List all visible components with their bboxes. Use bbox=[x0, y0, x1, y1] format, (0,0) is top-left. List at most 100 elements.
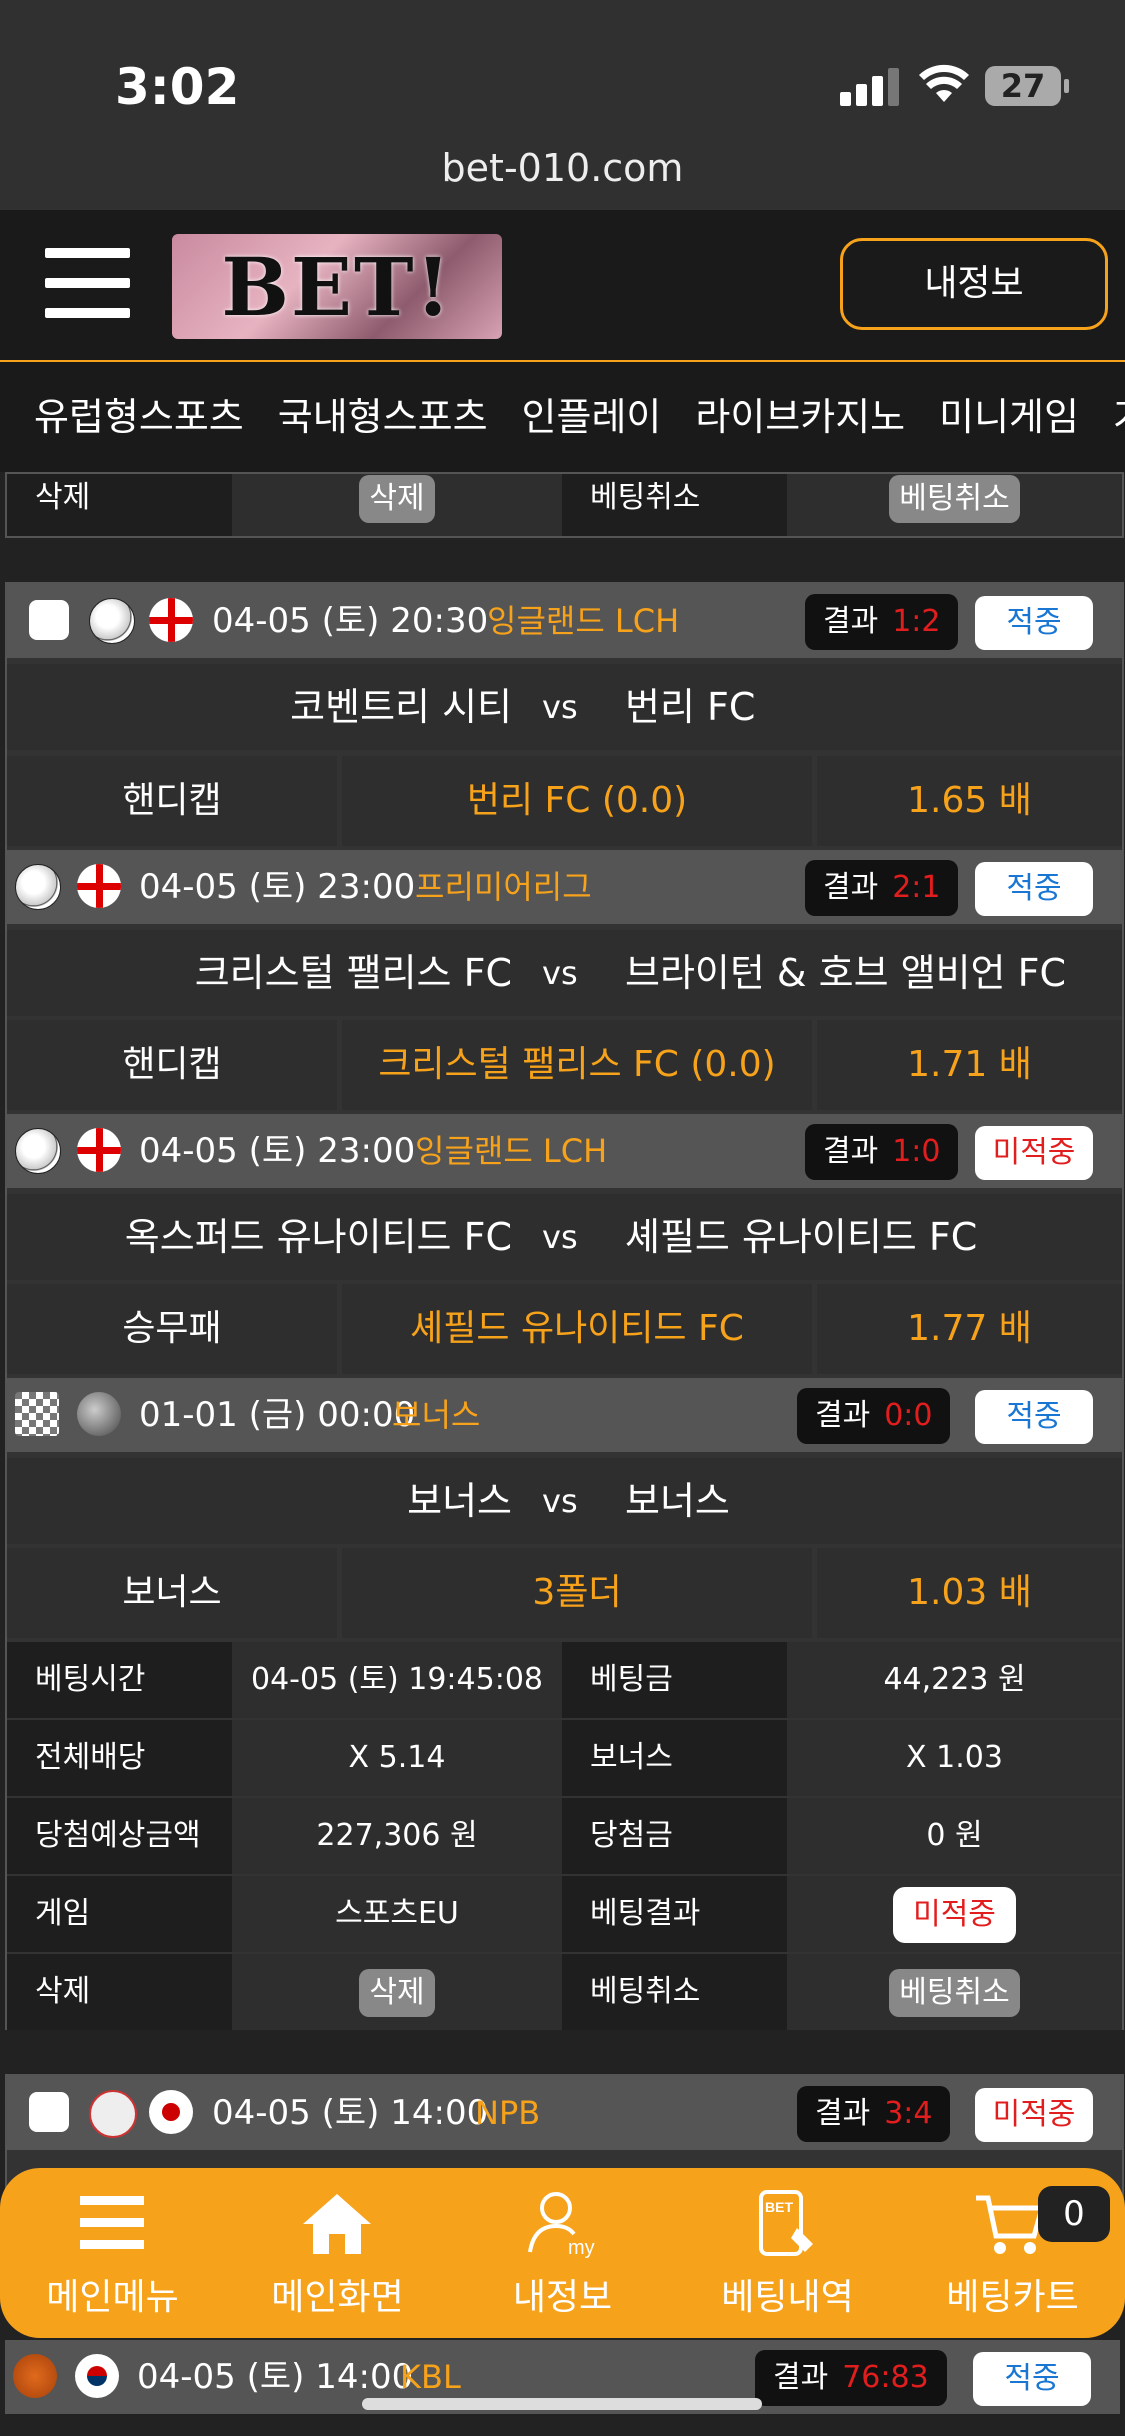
bet-pick-row: 보너스 3폴더 1.03 배 bbox=[7, 1548, 1122, 1638]
match-header: 04-05 (토) 23:00 프리미어리그 결과 2:1 적중 bbox=[7, 850, 1122, 924]
england-flag-icon bbox=[77, 1128, 121, 1172]
stake-amount: 44,223 원 bbox=[787, 1642, 1122, 1718]
odds: 1.71 배 bbox=[817, 1020, 1122, 1110]
basketball-icon bbox=[13, 2354, 57, 2398]
delete-button[interactable]: 삭제 bbox=[359, 474, 435, 523]
win-amount: 0 원 bbox=[787, 1798, 1122, 1874]
match-date: 04-05 (토) 14:00 bbox=[212, 2093, 489, 2133]
match-header: 04-05 (토) 20:30 잉글랜드 LCH 결과 1:2 적중 bbox=[7, 584, 1122, 658]
odds: 1.03 배 bbox=[817, 1548, 1122, 1638]
score: 2:1 bbox=[892, 870, 941, 905]
previous-bet-slip: 삭제 삭제 베팅취소 베팅취소 bbox=[5, 472, 1124, 538]
bet-result-badge: 미적중 bbox=[893, 1886, 1016, 1943]
address-bar[interactable]: bet-010.com bbox=[0, 146, 1125, 190]
score: 1:2 bbox=[892, 604, 941, 639]
cancel-bet-button[interactable]: 베팅취소 bbox=[889, 474, 1020, 523]
baseball-icon bbox=[89, 2090, 137, 2138]
match-header: 04-05 (토) 23:00 잉글랜드 LCH 결과 1:0 미적중 bbox=[7, 1114, 1122, 1188]
home-team: 크리스털 팰리스 FC bbox=[194, 951, 512, 995]
result-box: 결과 1:0 bbox=[805, 1124, 959, 1180]
market: 승무패 bbox=[7, 1284, 337, 1374]
match-teams: 코벤트리 시티 vs 번리 FC bbox=[7, 664, 1122, 750]
home-indicator[interactable] bbox=[362, 2398, 762, 2410]
korea-flag-icon bbox=[75, 2354, 119, 2398]
tab-live-casino[interactable]: 라이브카지노 bbox=[695, 362, 905, 472]
match-date: 04-05 (토) 23:00 bbox=[139, 867, 416, 907]
market: 보너스 bbox=[7, 1548, 337, 1638]
tab-domestic-sports[interactable]: 국내형스포츠 bbox=[278, 362, 488, 472]
hamburger-menu-icon[interactable] bbox=[45, 248, 130, 318]
home-team: 코벤트리 시티 bbox=[290, 685, 512, 729]
info-row: 당첨예상금액 227,306 원 당첨금 0 원 bbox=[7, 1798, 1122, 1874]
select-checkbox[interactable] bbox=[29, 2092, 69, 2132]
my-info-button[interactable]: 내정보 bbox=[840, 238, 1108, 330]
england-flag-icon bbox=[149, 598, 193, 642]
bottom-nav-home[interactable]: 메인화면 bbox=[225, 2168, 450, 2338]
clock: 3:02 bbox=[115, 58, 240, 116]
bottom-nav-my-info[interactable]: my 내정보 bbox=[450, 2168, 675, 2338]
soccer-ball-icon bbox=[15, 1128, 61, 1174]
cancel-bet-button[interactable]: 베팅취소 bbox=[889, 1968, 1020, 2017]
status-badge: 적중 bbox=[975, 1390, 1093, 1444]
info-row: 게임 스포츠EU 베팅결과 미적중 bbox=[7, 1876, 1122, 1952]
bet-history-icon: BET bbox=[759, 2190, 813, 2256]
status-badge: 미적중 bbox=[975, 1126, 1093, 1180]
pick: 3폴더 bbox=[342, 1548, 812, 1638]
league-name: 잉글랜드 LCH bbox=[487, 602, 680, 640]
match-teams: 크리스털 팰리스 FC vs 브라이턴 & 호브 앨비언 FC bbox=[7, 930, 1122, 1016]
result-box: 결과 0:0 bbox=[797, 1388, 951, 1444]
bet-time: 04-05 (토) 19:45:08 bbox=[232, 1642, 562, 1718]
category-nav: 유럽형스포츠 국내형스포츠 인플레이 라이브카지노 미니게임 가 bbox=[0, 362, 1125, 472]
pick: 번리 FC (0.0) bbox=[342, 756, 812, 846]
site-logo[interactable]: BET! bbox=[172, 234, 502, 339]
tab-mini-game[interactable]: 미니게임 bbox=[939, 362, 1079, 472]
league-name: 보너스 bbox=[392, 1396, 481, 1434]
tab-more[interactable]: 가 bbox=[1113, 362, 1125, 472]
status-badge: 적중 bbox=[973, 2352, 1091, 2406]
battery-icon: 27 bbox=[985, 66, 1069, 106]
pick: 셰필드 유나이티드 FC bbox=[342, 1284, 812, 1374]
score: 3:4 bbox=[884, 2096, 933, 2131]
browser-status-bar: 3:02 27 bet-010.com bbox=[0, 0, 1125, 210]
cart-count-badge: 0 bbox=[1038, 2186, 1110, 2242]
bonus-icon bbox=[15, 1392, 59, 1436]
info-row: 베팅시간 04-05 (토) 19:45:08 베팅금 44,223 원 bbox=[7, 1642, 1122, 1718]
vs-label: vs bbox=[542, 1482, 578, 1520]
delete-row: 삭제 삭제 베팅취소 베팅취소 bbox=[7, 474, 1122, 536]
bottom-nav-main-menu[interactable]: 메인메뉴 bbox=[0, 2168, 225, 2338]
home-icon bbox=[303, 2194, 371, 2254]
vs-label: vs bbox=[542, 954, 578, 992]
result-box: 결과 76:83 bbox=[755, 2350, 947, 2406]
svg-text:BET: BET bbox=[765, 2199, 793, 2215]
bottom-nav-bet-history[interactable]: BET 베팅내역 bbox=[675, 2168, 900, 2338]
match-date: 01-01 (금) 00:00 bbox=[139, 1395, 416, 1435]
score: 1:0 bbox=[892, 1134, 941, 1169]
japan-flag-icon bbox=[149, 2090, 193, 2134]
select-checkbox[interactable] bbox=[29, 600, 69, 640]
signal-icon bbox=[840, 68, 904, 106]
cancel-label: 베팅취소 bbox=[562, 474, 787, 536]
match-teams: 보너스 vs 보너스 bbox=[7, 1458, 1122, 1544]
bet-pick-row: 핸디캡 크리스털 팰리스 FC (0.0) 1.71 배 bbox=[7, 1020, 1122, 1110]
delete-label: 삭제 bbox=[7, 474, 232, 536]
home-team: 옥스퍼드 유나이티드 FC bbox=[124, 1215, 512, 1259]
result-box: 결과 3:4 bbox=[797, 2086, 951, 2142]
result-box: 결과 1:2 bbox=[805, 594, 959, 650]
status-badge: 미적중 bbox=[975, 2088, 1093, 2142]
user-icon: my bbox=[528, 2192, 595, 2258]
bet-pick-row: 승무패 셰필드 유나이티드 FC 1.77 배 bbox=[7, 1284, 1122, 1374]
away-team: 보너스 bbox=[625, 1479, 730, 1523]
sport-ball-icon bbox=[77, 1392, 121, 1436]
result-box: 결과 2:1 bbox=[805, 860, 959, 916]
tab-euro-sports[interactable]: 유럽형스포츠 bbox=[34, 362, 244, 472]
bet-slip: 04-05 (토) 20:30 잉글랜드 LCH 결과 1:2 적중 코벤트리 시… bbox=[5, 582, 1124, 2030]
market: 핸디캡 bbox=[7, 756, 337, 846]
match-teams: 옥스퍼드 유나이티드 FC vs 셰필드 유나이티드 FC bbox=[7, 1194, 1122, 1280]
status-badge: 적중 bbox=[975, 862, 1093, 916]
odds: 1.65 배 bbox=[817, 756, 1122, 846]
total-odds: X 5.14 bbox=[232, 1720, 562, 1796]
bonus-odds: X 1.03 bbox=[787, 1720, 1122, 1796]
league-name: 프리미어리그 bbox=[415, 868, 592, 906]
delete-button[interactable]: 삭제 bbox=[359, 1968, 435, 2017]
tab-inplay[interactable]: 인플레이 bbox=[522, 362, 662, 472]
